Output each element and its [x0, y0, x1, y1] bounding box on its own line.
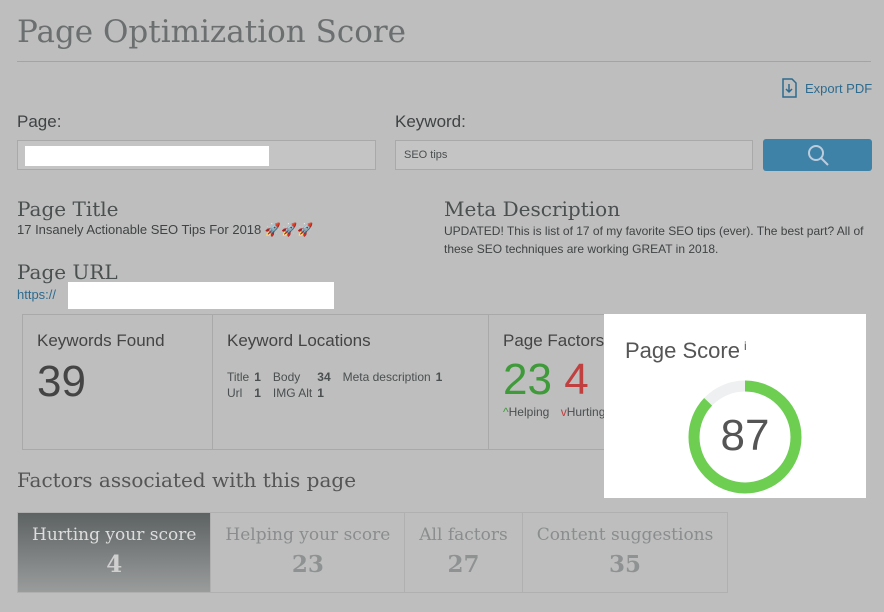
helping-label: Helping	[508, 405, 550, 419]
keywords-found-value: 39	[37, 357, 86, 406]
loc-value: 1	[317, 386, 324, 400]
loc-label: IMG Alt	[272, 386, 313, 400]
hurting-label: Hurting	[566, 405, 606, 419]
download-file-icon	[782, 78, 797, 98]
tab-label: Hurting your score	[32, 525, 197, 545]
search-button[interactable]	[763, 139, 872, 171]
loc-value: 1	[435, 370, 443, 384]
page-url-link[interactable]: https://	[17, 287, 56, 302]
page-title-value: 17 Insanely Actionable SEO Tips For 2018…	[17, 222, 314, 237]
tab-count: 27	[447, 551, 480, 578]
hurting-count: 4	[564, 355, 589, 404]
loc-value: 1	[254, 370, 261, 384]
tab-all-factors[interactable]: All factors 27	[405, 513, 523, 592]
helping-count: 23	[503, 355, 552, 404]
keyword-locations-cell: Keyword Locations Title 1 Body 34 Meta descr…	[213, 315, 489, 449]
keyword-label: Keyword:	[395, 112, 466, 131]
tab-content-suggestions[interactable]: Content suggestions 35	[523, 513, 728, 592]
section-title: Factors associated with this page	[17, 468, 357, 492]
keyword-locations-label: Keyword Locations	[227, 331, 371, 350]
tab-count: 35	[609, 551, 642, 578]
page-score-card: Page Score i 87	[604, 314, 866, 498]
keyword-input[interactable]: SEO tips	[395, 140, 753, 170]
info-icon[interactable]: i	[744, 339, 747, 353]
loc-label: Url	[227, 386, 243, 400]
tab-helping[interactable]: Helping your score 23	[211, 513, 406, 592]
page-input[interactable]	[17, 140, 376, 170]
tab-count: 4	[106, 551, 123, 578]
loc-label: Body	[272, 370, 301, 384]
loc-label: Title	[227, 370, 250, 384]
page-url-label: Page URL	[17, 260, 118, 284]
export-pdf-label: Export PDF	[805, 80, 873, 96]
page-score-value: 87	[720, 411, 770, 460]
tab-count: 23	[291, 551, 324, 578]
redacted-mask	[68, 282, 334, 309]
page-label: Page:	[17, 112, 62, 131]
factors-tabs: Hurting your score 4 Helping your score 23…	[17, 512, 729, 593]
page-factors-cell: Page Factors 23 4 ^Helping vHurting	[489, 315, 623, 449]
redacted-mask	[25, 146, 269, 166]
tab-label: All factors	[419, 525, 508, 545]
divider	[17, 61, 871, 62]
page-title-label: Page Title	[17, 197, 119, 221]
search-icon	[807, 145, 829, 166]
tab-label: Content suggestions	[536, 525, 714, 545]
page-factors-label: Page Factors	[503, 331, 605, 350]
export-pdf-link[interactable]: Export PDF	[781, 78, 872, 98]
page-title: Page Optimization Score	[17, 14, 407, 50]
tab-label: Helping your score	[225, 525, 391, 545]
tab-hurting[interactable]: Hurting your score 4	[18, 513, 212, 592]
loc-value: 34	[317, 370, 331, 384]
keyword-locations-table: Title 1 Body 34 Meta description 1 Url 1 IMG Al…	[227, 369, 454, 401]
meta-description-value: UPDATED! This is list of 17 of my favori…	[444, 224, 864, 256]
meta-description-label: Meta Description	[444, 197, 621, 221]
stats-panel: Keywords Found 39 Keyword Locations Titl…	[22, 314, 624, 450]
loc-label: Meta description	[342, 370, 431, 384]
keywords-found-cell: Keywords Found 39	[23, 315, 213, 449]
keywords-found-label: Keywords Found	[37, 331, 165, 350]
page-score-label: Page Score	[625, 338, 740, 363]
loc-value: 1	[254, 386, 261, 400]
